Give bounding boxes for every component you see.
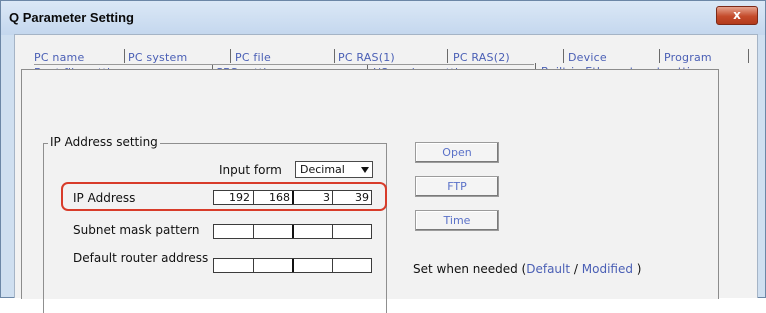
subnet-octet-2[interactable]: [254, 225, 293, 238]
tab-pc-system[interactable]: PC system: [128, 51, 187, 64]
router-octet-1[interactable]: [214, 259, 253, 272]
window-title: Q Parameter Setting: [9, 10, 134, 25]
input-form-label: Input form: [219, 163, 282, 177]
subnet-octet-3[interactable]: [294, 225, 333, 238]
input-form-select[interactable]: Decimal: [295, 161, 373, 178]
note-default: Default: [526, 262, 570, 276]
subnet-octet-4[interactable]: [333, 225, 372, 238]
router-octet-4[interactable]: [333, 259, 372, 272]
tab-separator: [748, 49, 749, 63]
router-octet-3[interactable]: [294, 259, 333, 272]
tab-device[interactable]: Device: [568, 51, 607, 64]
note-suffix: ): [633, 262, 642, 276]
tab-program[interactable]: Program: [664, 51, 712, 64]
tab-pc-ras-1[interactable]: PC RAS(1): [338, 51, 395, 64]
ip-address-setting-legend: IP Address setting: [48, 135, 160, 149]
subnet-octet-1[interactable]: [214, 225, 253, 238]
ftp-button[interactable]: FTP: [415, 176, 499, 197]
ip-octet-1[interactable]: 192: [214, 191, 253, 204]
title-bar[interactable]: Q Parameter Setting x: [1, 1, 765, 35]
ip-octet-2[interactable]: 168: [254, 191, 293, 204]
tab-pc-ras-2[interactable]: PC RAS(2): [453, 51, 510, 64]
subnet-mask-field[interactable]: [213, 224, 372, 239]
default-router-field[interactable]: [213, 258, 372, 273]
tab-separator: [659, 49, 660, 63]
open-button[interactable]: Open: [415, 142, 499, 163]
close-button[interactable]: x: [716, 6, 758, 25]
note-modified: Modified: [582, 262, 633, 276]
tab-separator: [230, 49, 231, 63]
tab-row-line: [34, 64, 534, 65]
tab-pc-name[interactable]: PC name: [34, 51, 84, 64]
note-separator: /: [570, 262, 582, 276]
tab-separator: [334, 49, 335, 63]
ip-octet-4[interactable]: 39: [333, 191, 372, 204]
input-form-value: Decimal: [300, 163, 345, 176]
tab-separator: [447, 49, 448, 63]
note-prefix: Set when needed (: [413, 262, 526, 276]
ip-address-label: IP Address: [73, 191, 135, 205]
ip-octet-3[interactable]: 3: [294, 191, 333, 204]
ip-address-field[interactable]: 192 168 3 39: [213, 190, 372, 205]
set-when-needed-note: Set when needed (Default / Modified ): [413, 262, 641, 276]
time-button[interactable]: Time: [415, 210, 499, 231]
dropdown-arrow-icon[interactable]: [361, 167, 369, 173]
tab-separator: [563, 49, 564, 63]
default-router-address-label: Default router address: [73, 251, 208, 265]
tab-pc-file[interactable]: PC file: [235, 51, 271, 64]
tab-separator: [124, 49, 125, 63]
router-octet-2[interactable]: [254, 259, 293, 272]
subnet-mask-pattern-label: Subnet mask pattern: [73, 223, 200, 237]
